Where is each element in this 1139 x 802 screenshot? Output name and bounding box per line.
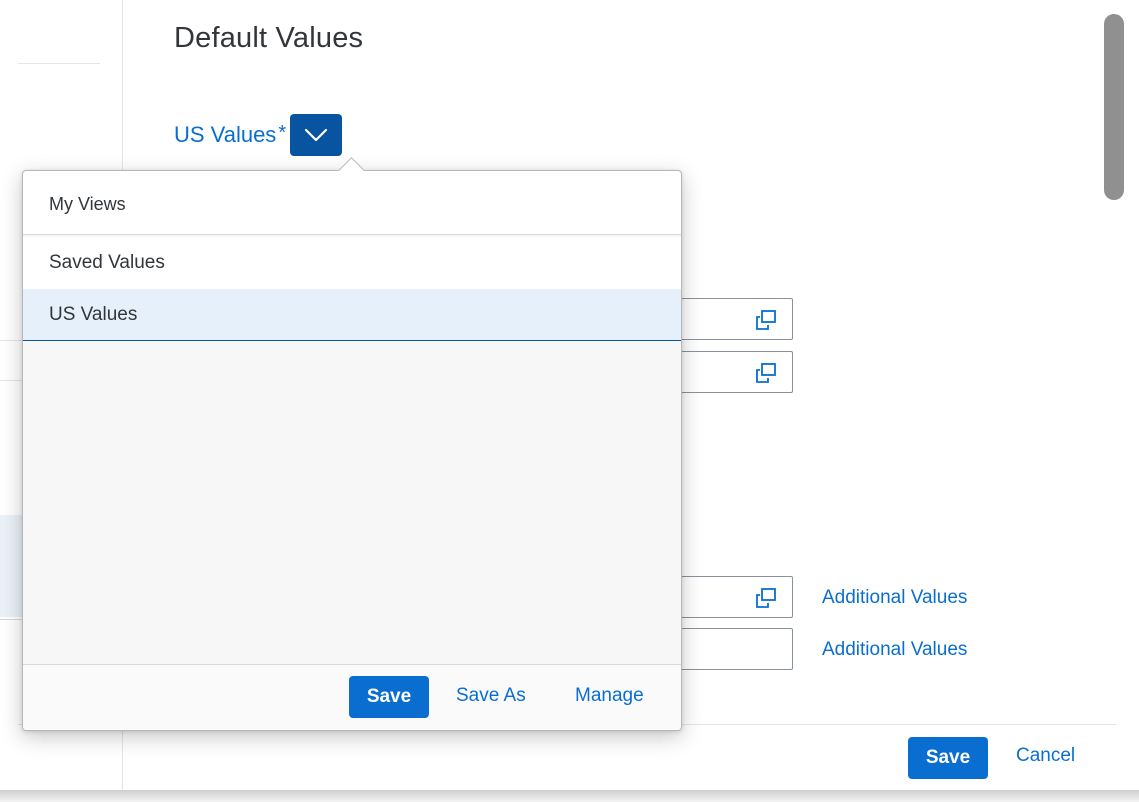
additional-values-link[interactable]: Additional Values (822, 639, 967, 661)
variant-dropdown-button[interactable] (290, 114, 343, 156)
cancel-button[interactable]: Cancel (1016, 745, 1075, 767)
chevron-down-icon (305, 128, 328, 142)
popover-title: My Views (49, 194, 126, 214)
value-help-icon[interactable] (756, 363, 778, 383)
additional-values-link[interactable]: Additional Values (822, 587, 967, 609)
value-help-icon[interactable] (756, 588, 778, 608)
my-views-popover: My Views Saved Values US Values Save Sav… (22, 157, 682, 731)
save-button[interactable]: Save (908, 737, 988, 779)
value-help-icon[interactable] (756, 310, 778, 330)
side-panel-divider (0, 340, 22, 341)
side-panel-divider (0, 380, 22, 381)
variant-name[interactable]: US Values (174, 122, 276, 148)
variant-list-item-selected[interactable]: US Values (23, 289, 681, 341)
window-bottom-edge (0, 790, 1139, 802)
popover-save-button[interactable]: Save (349, 676, 429, 718)
vertical-scrollbar[interactable] (1104, 14, 1124, 200)
popover-save-as-button[interactable]: Save As (456, 685, 526, 707)
popover-manage-button[interactable]: Manage (575, 685, 644, 707)
side-panel-divider (0, 619, 22, 620)
side-panel-divider (18, 63, 100, 64)
variant-list-item[interactable]: Saved Values (23, 237, 681, 289)
variant-list: Saved Values US Values (23, 237, 681, 341)
variant-modified-marker: * (278, 121, 287, 144)
side-panel-selected-item[interactable] (0, 515, 24, 617)
popover-header: My Views (23, 171, 681, 235)
variant-management: US Values * (174, 114, 343, 156)
dialog-title: Default Values (174, 22, 364, 54)
popover-footer: Save Save As Manage (23, 664, 681, 730)
